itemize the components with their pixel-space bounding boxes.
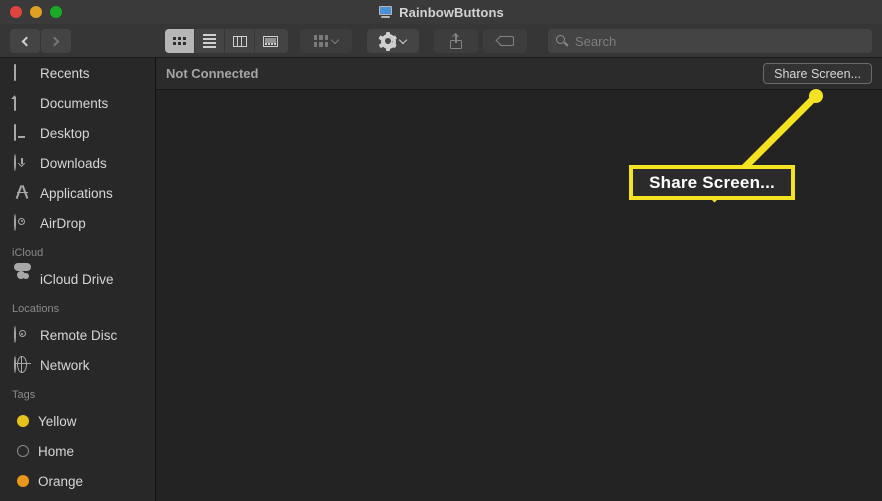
tag-icon: [495, 35, 514, 46]
sidebar-item-downloads[interactable]: Downloads: [0, 148, 155, 178]
sidebar-item-label: Network: [40, 357, 90, 373]
icon-view-button[interactable]: [165, 29, 195, 53]
sidebar-item-label: Orange: [38, 473, 84, 489]
file-list-empty-area[interactable]: [156, 91, 882, 501]
search-icon: [556, 35, 569, 47]
gear-icon: [378, 31, 398, 51]
edit-tags-button[interactable]: [483, 29, 527, 53]
window-controls: [10, 6, 62, 18]
share-button[interactable]: [434, 29, 478, 53]
toolbar: [0, 24, 882, 58]
list-view-button[interactable]: [195, 29, 225, 53]
documents-icon: [11, 93, 31, 112]
minimize-button[interactable]: [30, 6, 42, 18]
group-items-button[interactable]: [300, 29, 352, 53]
sidebar-section-locations: Locations: [12, 303, 60, 315]
search-field[interactable]: [548, 29, 872, 53]
downloads-icon: [14, 153, 31, 172]
airdrop-icon: [14, 213, 31, 232]
sidebar-item-label: Desktop: [40, 125, 90, 141]
network-icon: [14, 355, 31, 374]
sidebar-section-icloud: iCloud: [12, 247, 44, 259]
chevron-down-icon: [398, 35, 407, 44]
sidebar-item-label: Yellow: [38, 413, 77, 429]
sidebar-item-airdrop[interactable]: AirDrop: [0, 208, 155, 238]
zoom-button[interactable]: [50, 6, 62, 18]
window-title-group: RainbowButtons: [0, 0, 882, 24]
sidebar[interactable]: Recents Documents Desktop Downloads Appl…: [0, 58, 155, 501]
finder-window: RainbowButtons Search Recents Documents …: [0, 0, 882, 501]
remote-disc-icon: [14, 325, 31, 344]
applications-icon: [14, 184, 31, 202]
view-mode-segmented-control: [165, 29, 288, 53]
chevron-left-icon: [21, 36, 32, 46]
sidebar-tag-home[interactable]: Home: [0, 436, 155, 466]
sidebar-section-tags: Tags: [12, 389, 36, 401]
screen-sharing-icon: [378, 6, 393, 18]
sidebar-item-network[interactable]: Network: [0, 350, 155, 380]
sidebar-tag-yellow[interactable]: Yellow: [0, 406, 155, 436]
sidebar-item-label: iCloud Drive: [40, 271, 114, 287]
connection-status: Not Connected: [166, 66, 259, 81]
window-title: RainbowButtons: [399, 4, 504, 20]
column-view-button[interactable]: [225, 29, 255, 53]
share-screen-button[interactable]: Share Screen...: [763, 63, 872, 84]
group-icon: [314, 35, 328, 47]
tag-color-dot: [17, 415, 29, 427]
sidebar-item-documents[interactable]: Documents: [0, 88, 155, 118]
back-button[interactable]: [10, 29, 40, 53]
connection-bar: Not Connected Share Screen...: [156, 58, 882, 90]
sidebar-item-remote-disc[interactable]: Remote Disc: [0, 320, 155, 350]
list-icon: [203, 34, 216, 48]
gallery-icon: [262, 35, 278, 47]
desktop-icon: [14, 123, 31, 142]
gallery-view-button[interactable]: [255, 29, 285, 53]
sidebar-item-label: Recents: [40, 65, 90, 81]
forward-button[interactable]: [41, 29, 71, 53]
sidebar-item-label: Home: [38, 443, 75, 459]
close-button[interactable]: [10, 6, 22, 18]
grid-icon: [173, 37, 186, 45]
action-menu-button[interactable]: [367, 29, 419, 53]
sidebar-item-label: Downloads: [40, 155, 107, 171]
tag-color-dot: [17, 475, 29, 487]
share-icon: [450, 32, 462, 49]
sidebar-tag-orange[interactable]: Orange: [0, 466, 155, 496]
content-area: Not Connected Share Screen...: [155, 58, 882, 501]
sidebar-item-label: Remote Disc: [40, 327, 118, 343]
sidebar-item-applications[interactable]: Applications: [0, 178, 155, 208]
chevron-down-icon: [330, 35, 340, 44]
icloud-drive-icon: [14, 262, 31, 288]
chevron-right-icon: [49, 36, 60, 46]
title-bar: RainbowButtons: [0, 0, 882, 24]
columns-icon: [232, 35, 247, 47]
sidebar-item-label: AirDrop: [40, 215, 86, 231]
tag-color-dot: [17, 445, 29, 457]
sidebar-item-recents[interactable]: Recents: [0, 58, 155, 88]
sidebar-item-label: Applications: [40, 185, 113, 201]
sidebar-item-label: Documents: [40, 95, 109, 111]
sidebar-item-icloud-drive[interactable]: iCloud Drive: [0, 262, 155, 294]
recents-icon: [14, 63, 31, 82]
sidebar-item-desktop[interactable]: Desktop: [0, 118, 155, 148]
search-input[interactable]: [575, 33, 864, 49]
